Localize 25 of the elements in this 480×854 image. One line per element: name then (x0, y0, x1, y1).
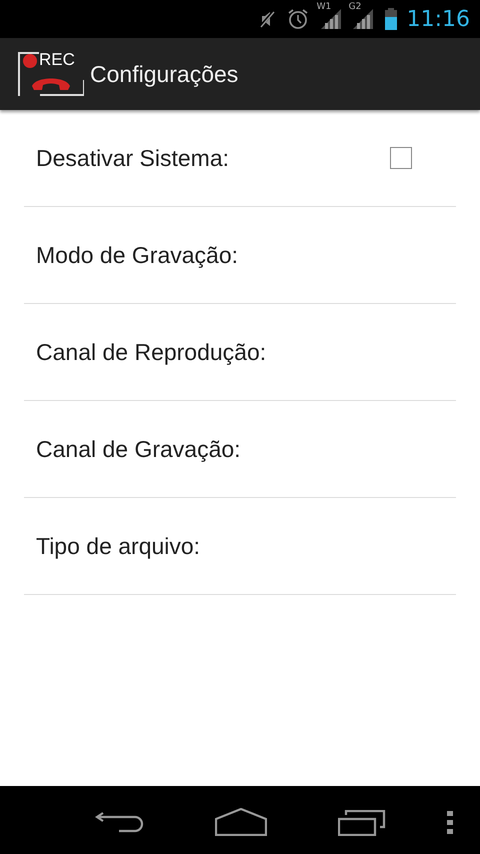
mute-icon (258, 10, 275, 28)
network-label: W1 (316, 3, 332, 12)
settings-item[interactable]: Modo de Gravação: (24, 207, 456, 304)
home-icon[interactable] (215, 808, 267, 836)
setting-label: Desativar Sistema: (36, 144, 230, 172)
setting-label: Modo de Gravação: (36, 242, 238, 268)
more-options-icon[interactable] (447, 811, 453, 835)
setting-label: Tipo de arquivo: (36, 532, 200, 560)
clock-time: 11:16 (406, 6, 470, 32)
settings-item[interactable]: Desativar Sistema: (24, 110, 456, 207)
setting-label: Canal de Gravação: (36, 436, 241, 462)
network-label: G2 (348, 3, 362, 12)
signal-icon (320, 9, 341, 29)
logo-text: REC (39, 51, 75, 70)
settings-item[interactable]: Tipo de arquivo: (24, 498, 456, 595)
checkbox[interactable] (390, 147, 412, 169)
signal-icon (352, 9, 373, 29)
settings-item[interactable]: Canal de Reprodução: (24, 304, 456, 401)
screen-title: Configurações (90, 60, 238, 88)
recent-apps-icon[interactable] (338, 810, 386, 836)
battery-icon (384, 8, 397, 30)
alarm-icon (286, 8, 309, 30)
setting-label: Canal de Reprodução: (36, 338, 266, 366)
phone-record-icon (18, 52, 84, 96)
settings-item[interactable]: Canal de Gravação: (24, 401, 456, 498)
